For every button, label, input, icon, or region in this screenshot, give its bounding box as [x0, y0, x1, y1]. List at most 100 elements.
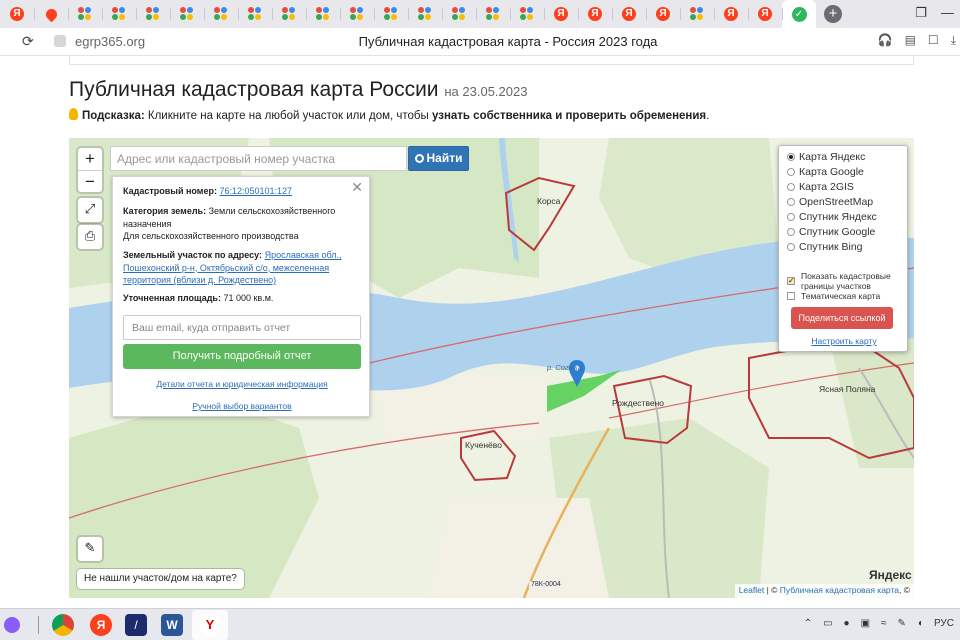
not-found-button[interactable]: Не нашли участок/дом на карте?: [77, 569, 244, 589]
browser-tab[interactable]: [340, 0, 374, 28]
browser-tab[interactable]: [102, 0, 136, 28]
tabs-icon[interactable]: ❐: [915, 5, 927, 21]
app-dots-icon: [214, 7, 228, 21]
browser-tab[interactable]: [408, 0, 442, 28]
layer-option[interactable]: Карта Яндекс: [787, 150, 865, 164]
app-dots-icon: [248, 7, 262, 21]
layer-radio[interactable]: [787, 153, 795, 161]
headphones-icon[interactable]: 🎧: [878, 33, 893, 48]
browser-tab[interactable]: Я: [0, 0, 34, 28]
get-report-button[interactable]: Получить подробный отчет: [123, 344, 361, 369]
app-dots-icon: [282, 7, 296, 21]
layer-radio[interactable]: [787, 243, 795, 251]
layer-option[interactable]: Карта Google: [787, 165, 864, 179]
browser-tab[interactable]: Я: [714, 0, 748, 28]
app-dots-icon: [78, 7, 92, 21]
layer-option[interactable]: OpenStreetMap: [787, 195, 873, 209]
browser-tab[interactable]: ✓: [782, 0, 816, 28]
browser-tab[interactable]: [476, 0, 510, 28]
layer-radio[interactable]: [787, 228, 795, 236]
word-icon[interactable]: W: [161, 614, 183, 636]
app-dots-icon: [384, 7, 398, 21]
browser-tab[interactable]: [374, 0, 408, 28]
hint-end: .: [706, 110, 710, 122]
bookmark-icon[interactable]: ☐: [928, 33, 939, 48]
wifi-icon[interactable]: ≈: [881, 618, 887, 629]
alice-icon[interactable]: [4, 617, 20, 633]
category-label: Категория земель:: [123, 206, 207, 216]
option-borders[interactable]: ✓ Показать кадастровые границы участков: [787, 271, 907, 291]
option-thematic[interactable]: Тематическая карта: [787, 289, 880, 303]
details-link[interactable]: Детали отчета и юридическая информация: [113, 379, 371, 389]
layer-radio[interactable]: [787, 168, 795, 176]
layer-option[interactable]: Спутник Bing: [787, 240, 863, 254]
zoom-control: + −: [78, 148, 102, 192]
browser-tab[interactable]: [34, 0, 68, 28]
browser-tab[interactable]: [442, 0, 476, 28]
system-tray: ⌃ ▭ ● ▣ ≈ ✎ ◖ РУС: [804, 618, 954, 629]
yandex-icon: Я: [588, 7, 602, 21]
zoom-out-button[interactable]: −: [78, 170, 102, 192]
browser-tab[interactable]: [238, 0, 272, 28]
browser-tab[interactable]: Я: [612, 0, 646, 28]
language-indicator[interactable]: РУС: [934, 618, 954, 629]
browser-tab[interactable]: [68, 0, 102, 28]
layer-radio[interactable]: [787, 198, 795, 206]
browser-tab[interactable]: Я: [748, 0, 782, 28]
fullscreen-button[interactable]: ⤢: [78, 198, 102, 222]
setup-map-link[interactable]: Настроить карту: [779, 336, 909, 346]
pkk-link[interactable]: Публичная кадастровая карта: [780, 585, 899, 595]
taskbar-divider: [38, 616, 39, 634]
search-input[interactable]: Адрес или кадастровый номер участка: [110, 146, 407, 171]
minimize-icon[interactable]: —: [941, 5, 954, 21]
layer-radio[interactable]: [787, 183, 795, 191]
download-icon[interactable]: ⤓: [951, 33, 956, 48]
manual-choice-link[interactable]: Ручной выбор вариантов: [113, 401, 371, 411]
battery-icon[interactable]: ▭: [823, 618, 832, 629]
layer-option[interactable]: Спутник Яндекс: [787, 210, 877, 224]
app-dots-icon: [180, 7, 194, 21]
reader-icon[interactable]: ▤: [905, 33, 916, 48]
share-link-button[interactable]: Поделиться ссылкой: [791, 307, 893, 329]
leaflet-link[interactable]: Leaflet: [739, 585, 765, 595]
browser-tab[interactable]: [680, 0, 714, 28]
checkbox-borders[interactable]: ✓: [787, 277, 795, 285]
layer-option-label: Карта Яндекс: [799, 151, 866, 163]
expand-icon: ⤢: [84, 201, 96, 216]
chevron-up-icon[interactable]: ⌃: [804, 618, 812, 629]
yandex-app-icon[interactable]: Y: [199, 614, 221, 636]
browser-tab[interactable]: [306, 0, 340, 28]
browser-tab[interactable]: [272, 0, 306, 28]
layer-radio[interactable]: [787, 213, 795, 221]
print-button[interactable]: ⎙: [78, 225, 102, 249]
pen-icon[interactable]: ✎: [898, 618, 906, 629]
browser-tab[interactable]: [204, 0, 238, 28]
layer-option[interactable]: Карта 2GIS: [787, 180, 854, 194]
new-tab-button[interactable]: +: [824, 5, 842, 23]
yandex-icon: Я: [622, 7, 636, 21]
search-icon: [414, 154, 424, 163]
layer-option[interactable]: Спутник Google: [787, 225, 875, 239]
email-field[interactable]: Ваш email, куда отправить отчет: [123, 315, 361, 340]
browser-tab[interactable]: Я: [544, 0, 578, 28]
checkbox-thematic[interactable]: [787, 292, 795, 300]
zoom-in-button[interactable]: +: [78, 148, 102, 170]
chrome-icon[interactable]: [52, 614, 74, 636]
label-river: р. Согожа: [547, 363, 582, 372]
hint: Подсказка: Кликните на карте на любой уч…: [69, 108, 709, 122]
search-button[interactable]: Найти: [408, 146, 469, 171]
cad-number-link[interactable]: 76:12:050101:127: [219, 186, 292, 196]
microphone-icon[interactable]: ●: [844, 618, 850, 629]
yandex-browser-icon[interactable]: Я: [90, 614, 112, 636]
cadastral-map[interactable]: Корса Рождествено Кученёво Ясная Поляна …: [69, 138, 914, 598]
browser-tab[interactable]: [510, 0, 544, 28]
notes-app-icon[interactable]: /: [125, 614, 147, 636]
browser-tab[interactable]: Я: [646, 0, 680, 28]
browser-tab[interactable]: [170, 0, 204, 28]
browser-tab[interactable]: [136, 0, 170, 28]
volume-icon[interactable]: ◖: [917, 618, 923, 629]
browser-tab[interactable]: Я: [578, 0, 612, 28]
camera-icon[interactable]: ▣: [861, 618, 870, 629]
attribution-tail: , ©: [899, 585, 910, 595]
ruler-button[interactable]: ✎: [78, 537, 102, 561]
